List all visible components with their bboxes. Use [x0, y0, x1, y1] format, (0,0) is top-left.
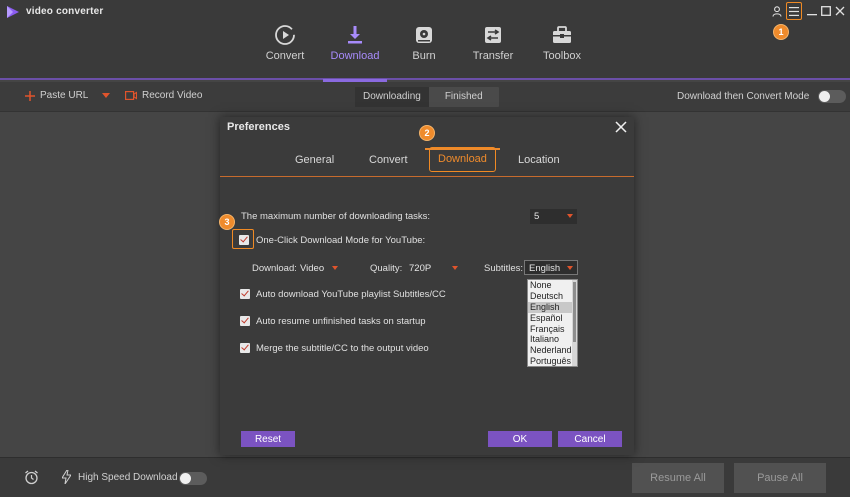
alarm-clock-icon[interactable] [24, 470, 39, 485]
plus-icon [25, 90, 35, 101]
main-nav: Convert Download Burn Transfer Toolbox [0, 24, 850, 82]
subtitles-label: Subtitles: [484, 263, 524, 274]
download-type-label: Download: [252, 263, 297, 274]
download-status-tabs: Downloading Finished [355, 87, 499, 107]
subtitles-dropdown: None Deutsch English Español Français It… [527, 279, 578, 367]
chevron-down-icon[interactable] [101, 92, 111, 99]
resume-all-button[interactable]: Resume All [632, 463, 724, 493]
paste-url-label: Paste URL [40, 90, 89, 101]
subtitle-option[interactable]: Italiano [528, 334, 572, 345]
chevron-down-icon [452, 266, 458, 270]
download-icon [348, 26, 362, 44]
subtitle-option[interactable]: Deutsch [528, 291, 572, 302]
tab-finished[interactable]: Finished [429, 87, 499, 107]
auto-resume-label: Auto resume unfinished tasks on startup [256, 316, 426, 327]
subtitle-option[interactable]: Português [528, 356, 572, 367]
max-tasks-label: The maximum number of downloading tasks: [241, 211, 431, 222]
tab-downloading[interactable]: Downloading [355, 87, 429, 107]
close-icon[interactable] [614, 120, 628, 134]
minimize-icon[interactable] [806, 2, 818, 20]
toolbox-icon [553, 26, 571, 43]
convert-icon [275, 25, 295, 45]
paste-url-button[interactable]: Paste URL [25, 90, 111, 101]
high-speed-toggle[interactable] [179, 472, 207, 485]
quality-label: Quality: [370, 263, 403, 274]
nav-convert[interactable]: Convert [254, 24, 316, 80]
nav-burn-label: Burn [412, 50, 436, 62]
active-tab-indicator [425, 148, 500, 150]
subtitle-option[interactable]: Español [528, 313, 572, 324]
download-type-value: Video [300, 263, 325, 274]
download-settings: The maximum number of downloading tasks:… [220, 178, 634, 455]
menu-icon[interactable] [786, 2, 802, 20]
tab-location[interactable]: Location [518, 154, 560, 166]
subtitle-option[interactable]: Français [528, 324, 572, 335]
bottom-bar: High Speed Download Resume All Pause All [0, 457, 850, 497]
quality-select[interactable]: 720P [405, 261, 462, 276]
chevron-down-icon [567, 266, 573, 270]
auto-subtitles-checkbox[interactable] [240, 289, 250, 299]
tab-download[interactable]: Download [429, 147, 496, 172]
app-logo-icon [7, 6, 19, 18]
nav-transfer-label: Transfer [472, 50, 514, 62]
app-title: video converter [26, 6, 104, 17]
preferences-dialog: Preferences General Convert Download Loc… [220, 117, 634, 455]
nav-burn[interactable]: Burn [393, 24, 455, 80]
record-video-button[interactable]: Record Video [125, 90, 202, 101]
quality-value: 720P [409, 263, 432, 274]
lightning-icon [62, 470, 71, 484]
nav-download[interactable]: Download [323, 24, 387, 82]
merge-subtitle-label: Merge the subtitle/CC to the output vide… [256, 343, 429, 354]
ok-button[interactable]: OK [488, 431, 552, 447]
cancel-button[interactable]: Cancel [558, 431, 622, 447]
nav-convert-label: Convert [265, 50, 305, 62]
subtitles-value: English [529, 263, 561, 274]
high-speed-label: High Speed Download [78, 472, 178, 483]
nav-transfer[interactable]: Transfer [462, 24, 524, 80]
tab-general[interactable]: General [295, 154, 334, 166]
chevron-down-icon [332, 266, 338, 270]
camera-icon [125, 91, 137, 100]
one-click-checkbox[interactable] [239, 235, 249, 245]
transfer-icon [485, 27, 501, 43]
step-badge-1: 1 [773, 24, 789, 40]
maximize-icon[interactable] [820, 2, 832, 20]
subtitle-option[interactable]: English [528, 301, 572, 313]
subtitle-option[interactable]: Nederland [528, 345, 572, 356]
one-click-label: One-Click Download Mode for YouTube: [256, 235, 426, 246]
nav-toolbox[interactable]: Toolbox [531, 24, 593, 80]
burn-icon [416, 27, 432, 43]
nav-toolbox-label: Toolbox [543, 50, 581, 62]
pause-all-button[interactable]: Pause All [734, 463, 826, 493]
convert-mode-control: Download then Convert Mode [677, 90, 847, 103]
account-icon[interactable] [770, 2, 784, 20]
nav-download-label: Download [330, 50, 380, 62]
subtitles-select[interactable]: English [524, 260, 578, 275]
chevron-down-icon [567, 214, 573, 218]
max-tasks-value: 5 [534, 211, 540, 222]
title-bar: video converter [0, 0, 850, 24]
record-video-label: Record Video [142, 90, 203, 101]
auto-resume-checkbox[interactable] [240, 316, 250, 326]
subtitle-option[interactable]: None [528, 280, 572, 291]
step-badge-2: 2 [419, 125, 435, 141]
step-badge-3: 3 [219, 214, 235, 230]
dropdown-scrollbar[interactable] [572, 280, 577, 366]
tab-convert[interactable]: Convert [369, 154, 408, 166]
max-tasks-select[interactable]: 5 [530, 209, 577, 224]
download-type-select[interactable]: Video [296, 261, 342, 276]
reset-button[interactable]: Reset [241, 431, 295, 447]
convert-mode-label: Download then Convert Mode [677, 91, 810, 102]
dialog-title: Preferences [227, 121, 290, 133]
convert-mode-toggle[interactable] [818, 90, 847, 103]
auto-subtitles-label: Auto download YouTube playlist Subtitles… [256, 289, 446, 300]
download-toolbar: Paste URL Record Video Downloading Finis… [0, 82, 850, 112]
close-window-icon[interactable] [834, 2, 846, 20]
merge-subtitle-checkbox[interactable] [240, 343, 250, 353]
